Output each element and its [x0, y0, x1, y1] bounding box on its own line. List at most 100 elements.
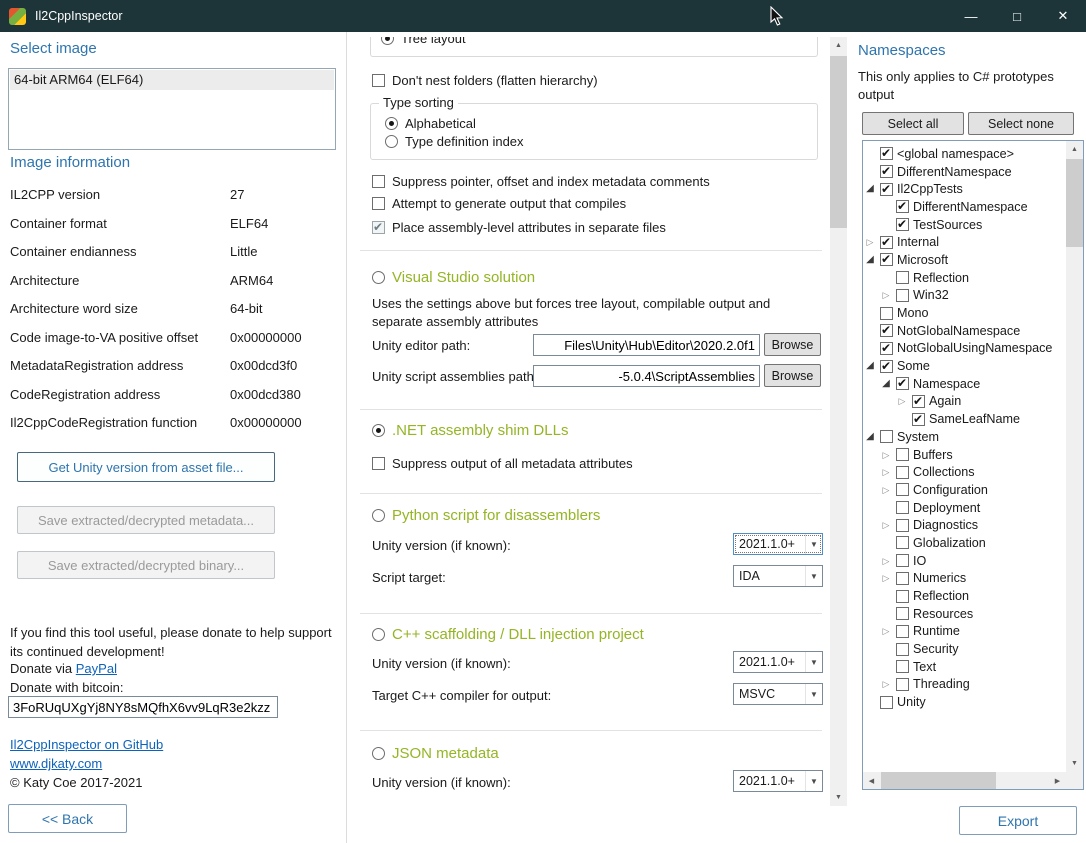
python-unity-version-combobox[interactable]: 2021.1.0+ ▼ — [733, 533, 823, 555]
namespace-checkbox[interactable] — [896, 590, 909, 603]
scrollbar-thumb[interactable] — [881, 772, 996, 789]
namespace-checkbox[interactable] — [896, 625, 909, 638]
namespace-checkbox[interactable] — [880, 324, 893, 337]
namespace-checkbox[interactable] — [896, 483, 909, 496]
namespace-checkbox[interactable] — [896, 554, 909, 567]
flatten-hierarchy-checkbox[interactable]: Don't nest folders (flatten hierarchy) — [372, 73, 598, 88]
radio-icon[interactable] — [372, 509, 385, 522]
namespace-checkbox[interactable] — [880, 253, 893, 266]
visual-studio-radio[interactable]: Visual Studio solution — [372, 269, 535, 286]
checkbox-icon[interactable] — [372, 175, 385, 188]
tree-item[interactable]: ◢Namespace — [864, 375, 1065, 393]
tree-item[interactable]: Unity — [864, 693, 1065, 711]
collapse-icon[interactable]: ◢ — [864, 254, 876, 266]
json-unity-version-combobox[interactable]: 2021.1.0+ ▼ — [733, 770, 823, 792]
tree-item[interactable]: ◢System — [864, 428, 1065, 446]
tree-item[interactable]: <global namespace> — [864, 145, 1065, 163]
namespace-checkbox[interactable] — [880, 342, 893, 355]
tree-item[interactable]: Security — [864, 640, 1065, 658]
scroll-left-icon[interactable]: ◀ — [863, 772, 880, 789]
expand-icon[interactable]: ▷ — [880, 625, 892, 637]
namespace-checkbox[interactable] — [912, 395, 925, 408]
namespace-checkbox[interactable] — [896, 218, 909, 231]
collapse-icon[interactable]: ◢ — [864, 183, 876, 195]
radio-icon[interactable] — [372, 271, 385, 284]
expand-icon[interactable]: ▷ — [880, 572, 892, 584]
tree-item[interactable]: ▷Runtime — [864, 623, 1065, 641]
chevron-down-icon[interactable]: ▼ — [805, 771, 822, 791]
export-button[interactable]: Export — [959, 806, 1077, 835]
chevron-down-icon[interactable]: ▼ — [805, 684, 822, 704]
tree-item[interactable]: ▷Configuration — [864, 481, 1065, 499]
checkbox-icon[interactable] — [372, 74, 385, 87]
tree-item[interactable]: Resources — [864, 605, 1065, 623]
namespace-checkbox[interactable] — [880, 307, 893, 320]
namespace-checkbox[interactable] — [880, 183, 893, 196]
suppress-metadata-checkbox[interactable]: Suppress output of all metadata attribut… — [372, 456, 633, 471]
select-all-button[interactable]: Select all — [862, 112, 964, 135]
scroll-right-icon[interactable]: ▶ — [1049, 772, 1066, 789]
tree-item[interactable]: DifferentNamespace — [864, 198, 1065, 216]
tree-item[interactable]: DifferentNamespace — [864, 163, 1065, 181]
tree-item[interactable]: ▷IO — [864, 552, 1065, 570]
assemblies-path-input[interactable] — [533, 365, 760, 387]
tree-item[interactable]: ◢Some — [864, 357, 1065, 375]
expand-icon[interactable]: ▷ — [880, 519, 892, 531]
paypal-link[interactable]: PayPal — [76, 661, 117, 676]
namespace-checkbox[interactable] — [896, 572, 909, 585]
python-script-radio[interactable]: Python script for disassemblers — [372, 507, 600, 524]
chevron-down-icon[interactable]: ▼ — [805, 566, 822, 586]
scroll-down-icon[interactable]: ▼ — [1066, 755, 1083, 772]
save-binary-button[interactable]: Save extracted/decrypted binary... — [17, 551, 275, 579]
tree-item[interactable]: ▷Again — [864, 393, 1065, 411]
compilable-output-checkbox[interactable]: Attempt to generate output that compiles — [372, 196, 626, 211]
radio-icon[interactable] — [372, 424, 385, 437]
json-metadata-radio[interactable]: JSON metadata — [372, 745, 499, 762]
namespace-checkbox[interactable] — [912, 413, 925, 426]
suppress-comments-checkbox[interactable]: Suppress pointer, offset and index metad… — [372, 174, 710, 189]
minimize-button[interactable]: — — [948, 0, 994, 32]
expand-icon[interactable]: ▷ — [880, 466, 892, 478]
namespace-checkbox[interactable] — [880, 165, 893, 178]
radio-icon[interactable] — [385, 117, 398, 130]
tree-item[interactable]: ◢Microsoft — [864, 251, 1065, 269]
tree-item[interactable]: Deployment — [864, 499, 1065, 517]
tree-item[interactable]: ◢Il2CppTests — [864, 180, 1065, 198]
namespace-checkbox[interactable] — [880, 430, 893, 443]
script-target-combobox[interactable]: IDA ▼ — [733, 565, 823, 587]
cpp-compiler-combobox[interactable]: MSVC ▼ — [733, 683, 823, 705]
cpp-unity-version-combobox[interactable]: 2021.1.0+ ▼ — [733, 651, 823, 673]
radio-icon[interactable] — [372, 628, 385, 641]
namespace-checkbox[interactable] — [880, 236, 893, 249]
tree-item[interactable]: ▷Threading — [864, 676, 1065, 694]
tree-item[interactable]: Mono — [864, 304, 1065, 322]
tree-item[interactable]: NotGlobalNamespace — [864, 322, 1065, 340]
save-metadata-button[interactable]: Save extracted/decrypted metadata... — [17, 506, 275, 534]
tree-item[interactable]: ▷Collections — [864, 463, 1065, 481]
type-definition-index-radio[interactable]: Type definition index — [385, 134, 524, 149]
scroll-up-icon[interactable]: ▲ — [830, 37, 847, 54]
namespace-checkbox[interactable] — [896, 519, 909, 532]
browse-assemblies-path-button[interactable]: Browse — [764, 364, 821, 387]
close-button[interactable]: ✕ — [1040, 0, 1086, 32]
radio-icon[interactable] — [385, 135, 398, 148]
expand-icon[interactable]: ▷ — [880, 484, 892, 496]
expand-icon[interactable]: ▷ — [880, 449, 892, 461]
namespace-checkbox[interactable] — [896, 660, 909, 673]
github-link[interactable]: Il2CppInspector on GitHub — [10, 737, 163, 752]
tree-item[interactable]: Text — [864, 658, 1065, 676]
tree-item[interactable]: ▷Win32 — [864, 287, 1065, 305]
scrollbar-thumb[interactable] — [830, 56, 847, 228]
expand-icon[interactable]: ▷ — [896, 395, 908, 407]
collapse-icon[interactable]: ◢ — [864, 431, 876, 443]
namespace-checkbox[interactable] — [896, 607, 909, 620]
checkbox-icon[interactable] — [372, 197, 385, 210]
center-scrollbar[interactable]: ▲ ▼ — [830, 37, 847, 806]
chevron-down-icon[interactable]: ▼ — [805, 534, 822, 554]
image-listbox[interactable]: 64-bit ARM64 (ELF64) — [8, 68, 336, 150]
unity-editor-path-input[interactable] — [533, 334, 760, 356]
tree-item[interactable]: ▷Numerics — [864, 570, 1065, 588]
collapse-icon[interactable]: ◢ — [880, 378, 892, 390]
namespace-checkbox[interactable] — [896, 501, 909, 514]
shim-dlls-radio[interactable]: .NET assembly shim DLLs — [372, 422, 568, 439]
